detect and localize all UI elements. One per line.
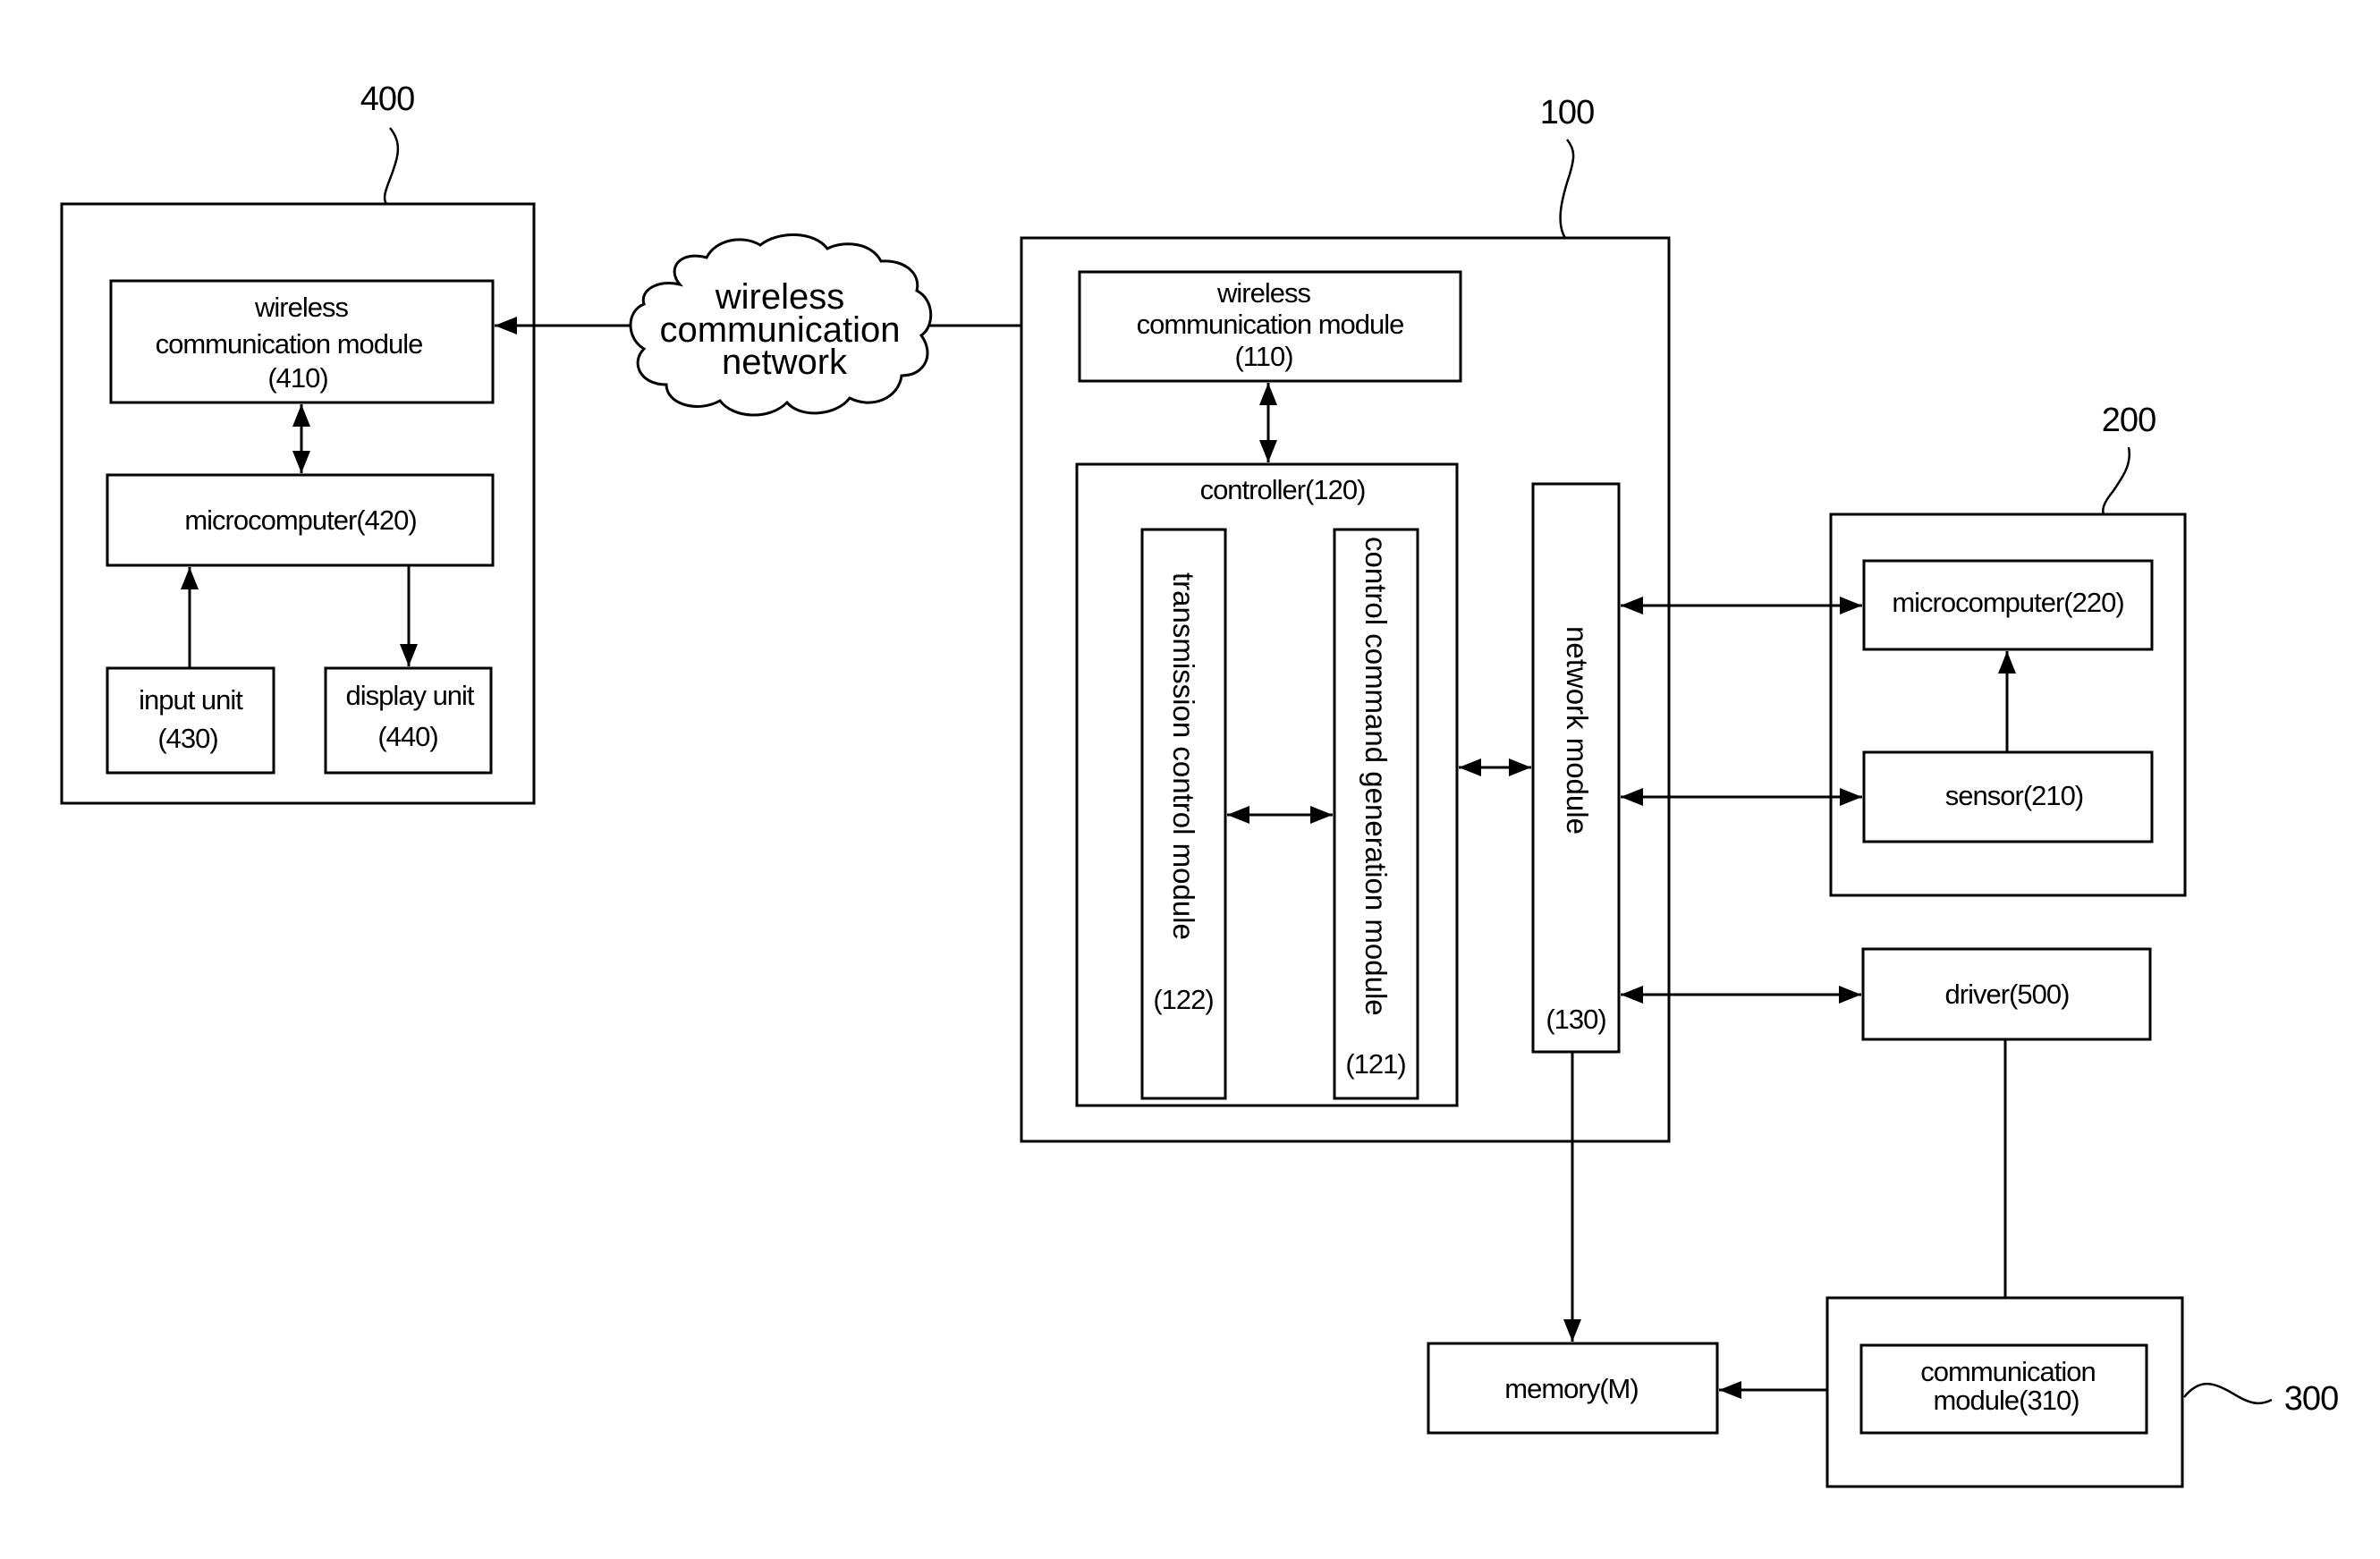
transmission-control-module-ref: (122) [1153,984,1213,1015]
control-command-generation-module-ref: (121) [1345,1048,1405,1080]
network-module-label: network module [1561,626,1594,835]
network-module-ref: (130) [1546,1004,1605,1035]
reference-label-100: 100 [1540,94,1594,131]
communication-module-310-line1: communication [1920,1356,2095,1387]
controller-120-label: controller(120) [1200,474,1366,505]
microcomputer-220-label: microcomputer(220) [1892,587,2123,618]
input-unit-430-line2: (430) [157,723,217,754]
input-unit-430-line1: input unit [139,684,243,716]
display-unit-440-line2: (440) [377,721,437,752]
driver-group: driver(500) [1861,947,2152,1343]
leader-line-300 [2183,1382,2273,1405]
control-command-generation-module-label: control command generation module [1359,537,1393,1016]
wireless-module-110-line3: (110) [1234,341,1292,372]
reference-label-200: 200 [2102,402,2156,439]
leader-line-200 [2102,446,2131,515]
reference-label-400: 400 [360,80,414,118]
sensing-device-group: 200 microcomputer(220) sensor(210) [1829,402,2187,897]
leader-line-400 [383,127,400,205]
block-diagram: 400 wireless communication module (410) … [60,80,2339,1488]
wireless-module-410-line3: (410) [267,362,327,394]
transmission-control-module-label: transmission control module [1167,572,1200,940]
target-device-group: communication module(310) 300 [1825,1296,2339,1488]
wireless-module-410-line2: communication module [156,328,423,360]
display-unit-440-line1: display unit [345,680,474,711]
sensor-210-label: sensor(210) [1945,780,2083,811]
main-device-group: 100 wireless communication module (110) … [1020,94,1671,1143]
driver-500-label: driver(500) [1945,979,2070,1010]
mobile-terminal-group: 400 wireless communication module (410) … [60,80,536,805]
memory-label: memory(M) [1504,1373,1638,1404]
microcomputer-420-label: microcomputer(420) [184,504,416,536]
wireless-network-cloud-group: wireless communication network [495,233,1078,417]
wireless-module-110-line1: wireless [1216,277,1310,309]
leader-line-100 [1559,139,1575,239]
cloud-text-line3: network [722,343,848,382]
communication-module-310-line2: module(310) [1933,1385,2079,1416]
wireless-module-410-line1: wireless [254,292,348,323]
wireless-module-110-line2: communication module [1137,309,1404,340]
reference-label-300: 300 [2284,1380,2338,1418]
